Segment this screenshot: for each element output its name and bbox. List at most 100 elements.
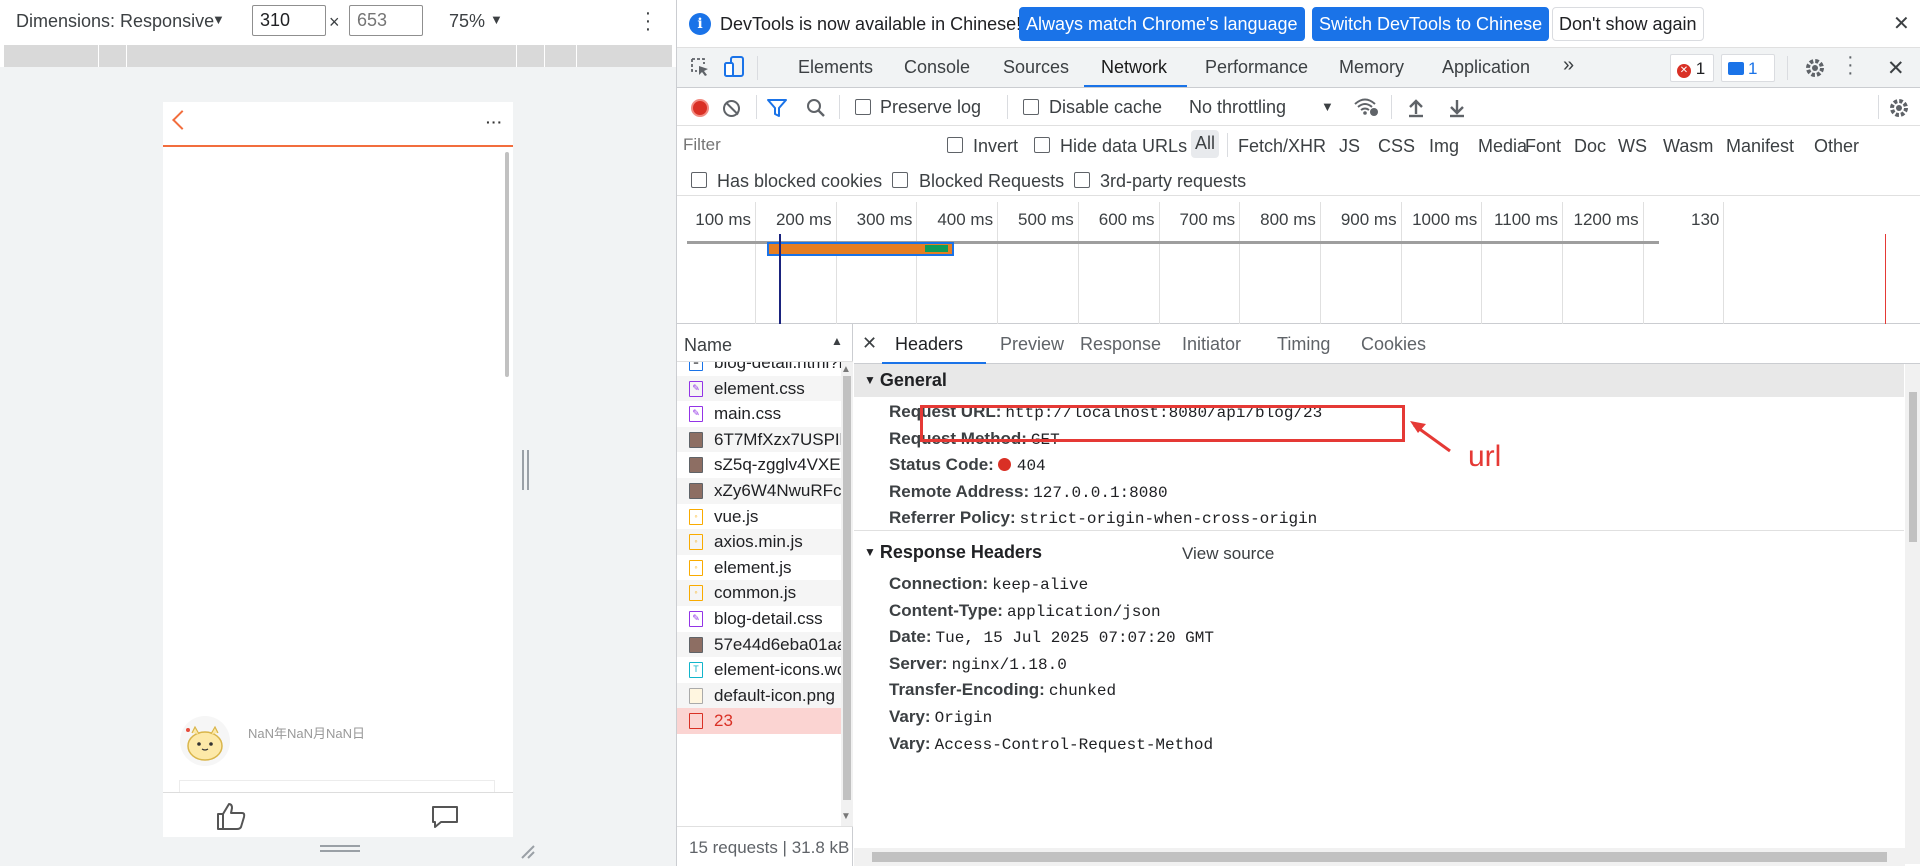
disable-cache-checkbox[interactable] [1023, 99, 1039, 115]
type-filter-doc[interactable]: Doc [1574, 136, 1606, 157]
corner-resize-icon[interactable] [516, 840, 536, 865]
scroll-up-icon[interactable]: ▲ [841, 364, 851, 375]
filter-funnel-icon[interactable] [766, 98, 788, 123]
detail-vertical-scroll-thumb[interactable] [1909, 392, 1917, 542]
tab-console[interactable]: Console [904, 57, 970, 78]
hide-data-urls-checkbox[interactable] [1034, 137, 1050, 153]
request-row[interactable]: xZy6W4NwuRFchl. [677, 478, 841, 504]
tab-network[interactable]: Network [1101, 57, 1167, 78]
type-filter-font[interactable]: Font [1525, 136, 1561, 157]
view-source-link[interactable]: View source [1182, 544, 1274, 564]
media-query-bar[interactable] [4, 45, 672, 67]
sort-ascending-icon[interactable]: ▲ [831, 334, 843, 348]
type-filter-fetch[interactable]: Fetch/XHR [1238, 136, 1326, 157]
request-row[interactable]: ✎ blog-detail.css [677, 606, 841, 632]
request-row[interactable]: ≡ blog-detail.html?id [677, 362, 841, 376]
header-value[interactable]: Origin [935, 709, 993, 727]
inspect-element-icon[interactable] [689, 56, 711, 83]
network-settings-gear-icon[interactable] [1887, 96, 1911, 125]
response-headers-section-header[interactable]: ▼ Response Headers [854, 536, 1904, 569]
request-row[interactable]: default-icon.png [677, 682, 841, 709]
type-filter-wasm[interactable]: Wasm [1663, 136, 1713, 157]
customize-menu-icon[interactable]: · · · [1847, 47, 1854, 83]
dimensions-caret-icon[interactable]: ▼ [212, 12, 225, 27]
invert-checkbox[interactable] [947, 137, 963, 153]
header-value[interactable]: Tue, 15 Jul 2025 07:07:20 GMT [936, 629, 1214, 647]
request-row[interactable]: 57e44d6eba01aad [677, 631, 841, 658]
height-input[interactable] [349, 5, 423, 36]
close-devtools-icon[interactable]: ✕ [1887, 56, 1905, 81]
close-icon[interactable]: ✕ [1893, 11, 1910, 36]
tab-elements[interactable]: Elements [798, 57, 873, 78]
tab-cookies[interactable]: Cookies [1361, 334, 1426, 355]
scroll-down-icon[interactable]: ▼ [841, 811, 851, 822]
type-filter-img[interactable]: Img [1429, 136, 1459, 157]
tab-preview[interactable]: Preview [1000, 334, 1064, 355]
comment-icon[interactable] [431, 805, 459, 834]
network-conditions-icon[interactable] [1353, 96, 1379, 123]
tab-memory[interactable]: Memory [1339, 57, 1404, 78]
type-filter-js[interactable]: JS [1339, 136, 1360, 157]
type-filter-ws[interactable]: WS [1618, 136, 1647, 157]
header-value[interactable]: strict-origin-when-cross-origin [1020, 510, 1318, 528]
header-value[interactable]: 404 [1017, 457, 1046, 475]
header-value[interactable]: application/json [1007, 603, 1161, 621]
vertical-resize-handle[interactable] [522, 450, 530, 490]
width-input[interactable] [252, 5, 326, 36]
request-row[interactable]: ◦ vue.js [677, 504, 841, 530]
request-row[interactable]: 6T7MfXzx7USPIkSy [677, 426, 841, 453]
tab-initiator[interactable]: Initiator [1182, 334, 1241, 355]
horizontal-resize-handle[interactable] [320, 845, 360, 853]
type-filter-all[interactable]: All [1191, 130, 1220, 158]
name-column-header[interactable]: Name ▲ [677, 324, 853, 362]
import-har-icon[interactable] [1407, 98, 1425, 123]
dont-show-again-button[interactable]: Don't show again [1552, 7, 1704, 41]
tab-application[interactable]: Application [1442, 57, 1530, 78]
device-toggle-icon[interactable] [723, 55, 747, 84]
error-count-badge[interactable]: ✕ 1 [1670, 54, 1714, 82]
more-tabs-icon[interactable]: » [1563, 54, 1574, 77]
request-row[interactable]: ◦ element.js [677, 555, 841, 581]
header-value[interactable]: keep-alive [992, 576, 1088, 594]
type-filter-other[interactable]: Other [1814, 136, 1859, 157]
settings-gear-icon[interactable] [1803, 56, 1827, 85]
throttling-caret-icon[interactable]: ▼ [1321, 99, 1334, 114]
has-blocked-cookies-checkbox[interactable] [691, 172, 707, 188]
preserve-log-checkbox[interactable] [855, 99, 871, 115]
request-row[interactable]: ✎ element.css [677, 375, 841, 402]
request-row[interactable]: Telement-icons.wof [677, 657, 841, 683]
message-count-badge[interactable]: 1 [1721, 54, 1775, 82]
throttling-select[interactable]: No throttling [1189, 97, 1286, 118]
search-icon[interactable] [805, 97, 827, 124]
request-list-scroll-thumb[interactable] [843, 376, 851, 800]
dimensions-dropdown[interactable]: Dimensions: Responsive [16, 11, 214, 32]
export-har-icon[interactable] [1448, 98, 1466, 123]
page-scrollbar[interactable] [505, 152, 509, 377]
request-row[interactable]: ✎ main.css [677, 401, 841, 427]
filter-input[interactable] [683, 133, 883, 157]
request-row[interactable]: sZ5q-zgglv4VXEW. [677, 452, 841, 478]
detail-horizontal-scroll-thumb[interactable] [872, 852, 1887, 862]
tab-performance[interactable]: Performance [1205, 57, 1308, 78]
type-filter-manifest[interactable]: Manifest [1726, 136, 1794, 157]
match-language-button[interactable]: Always match Chrome's language [1019, 7, 1305, 41]
type-filter-css[interactable]: CSS [1378, 136, 1415, 157]
zoom-dropdown[interactable]: 75% [449, 11, 485, 32]
device-more-options-icon[interactable]: · · · [641, 3, 655, 39]
record-icon[interactable] [691, 99, 709, 117]
header-value[interactable]: nginx/1.18.0 [952, 656, 1067, 674]
request-row[interactable]: ◦ common.js [677, 580, 841, 606]
request-row[interactable]: 23 [677, 708, 841, 734]
thumbs-up-icon[interactable] [215, 801, 247, 836]
blocked-requests-checkbox[interactable] [892, 172, 908, 188]
tab-headers[interactable]: Headers [895, 334, 963, 355]
close-detail-icon[interactable]: ✕ [862, 333, 877, 354]
more-icon[interactable]: ··· [486, 114, 503, 130]
tab-timing[interactable]: Timing [1277, 334, 1330, 355]
general-section-header[interactable]: ▼ General [854, 364, 1904, 397]
network-overview-timeline[interactable]: 100 ms 200 ms 300 ms 400 ms 500 ms 600 ms 700 … [677, 196, 1920, 324]
tab-sources[interactable]: Sources [1003, 57, 1069, 78]
switch-chinese-button[interactable]: Switch DevTools to Chinese [1312, 7, 1550, 41]
tab-response[interactable]: Response [1080, 334, 1161, 355]
header-value[interactable]: Access-Control-Request-Method [935, 736, 1213, 754]
